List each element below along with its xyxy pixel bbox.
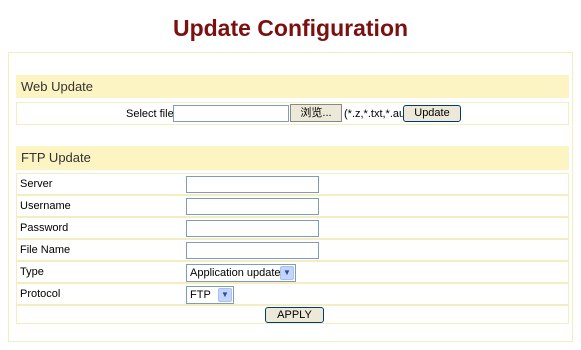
ftp-row-protocol: Protocol FTP ▼ xyxy=(16,283,569,305)
update-button[interactable]: Update xyxy=(403,105,461,122)
ftp-row-type: Type Application update ▼ xyxy=(16,261,569,283)
password-input[interactable] xyxy=(186,220,319,237)
protocol-select[interactable]: FTP ▼ xyxy=(186,286,234,304)
file-path-input[interactable] xyxy=(173,105,289,122)
ftp-row-server: Server xyxy=(16,173,569,195)
browse-button[interactable]: 浏览... xyxy=(290,104,342,122)
server-label: Server xyxy=(20,178,53,190)
apply-button[interactable]: APPLY xyxy=(265,307,324,323)
file-name-input[interactable] xyxy=(186,242,319,259)
select-file-label: Select file xyxy=(126,108,174,120)
chevron-down-icon[interactable]: ▼ xyxy=(218,288,232,302)
protocol-selected-value: FTP xyxy=(190,289,211,301)
server-input[interactable] xyxy=(186,176,319,193)
ftp-row-username: Username xyxy=(16,195,569,217)
file-name-label: File Name xyxy=(20,244,71,256)
ftp-update-header: FTP Update xyxy=(16,146,569,170)
chevron-down-icon[interactable]: ▼ xyxy=(280,266,294,280)
extensions-hint: (*.z,*.txt,*.au) xyxy=(344,108,409,120)
username-input[interactable] xyxy=(186,198,319,215)
web-update-row: Select file 浏览... (*.z,*.txt,*.au) Updat… xyxy=(16,102,569,125)
ftp-row-filename: File Name xyxy=(16,239,569,261)
ftp-row-apply: APPLY xyxy=(16,305,569,324)
ftp-row-password: Password xyxy=(16,217,569,239)
type-select[interactable]: Application update ▼ xyxy=(186,264,296,282)
username-label: Username xyxy=(20,200,71,212)
password-label: Password xyxy=(20,222,69,234)
type-label: Type xyxy=(20,266,44,278)
web-update-header: Web Update xyxy=(16,75,569,98)
page-title: Update Configuration xyxy=(172,15,409,41)
protocol-label: Protocol xyxy=(20,288,61,300)
type-selected-value: Application update xyxy=(190,267,281,279)
